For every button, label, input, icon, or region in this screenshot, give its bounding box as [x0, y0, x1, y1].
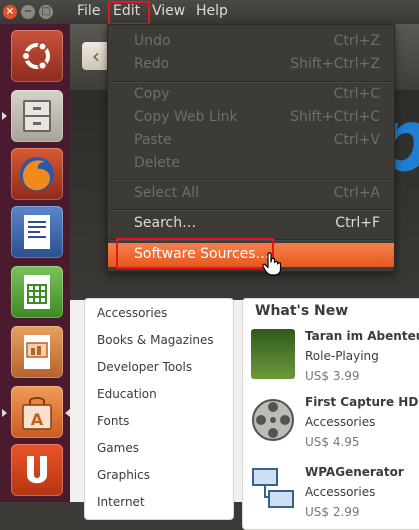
edit-menu-highlight-box	[108, 1, 150, 25]
app-name: WPAGenerator	[305, 465, 404, 479]
menu-item-shortcut: Ctrl+Z	[333, 33, 380, 49]
software-sources-highlight-box	[116, 238, 274, 269]
app-price: US$ 4.95	[305, 435, 360, 449]
launcher-libreoffice-calc[interactable]	[11, 266, 63, 318]
category-item[interactable]: Graphics	[97, 468, 150, 482]
menu-item-paste[interactable]: Paste Ctrl+V	[108, 130, 394, 152]
writer-document-icon	[24, 215, 50, 249]
close-window-button[interactable]: ×	[3, 5, 17, 19]
app-price: US$ 3.99	[305, 369, 360, 383]
app-list-item[interactable]: WPAGenerator Accessories US$ 2.99	[251, 465, 419, 529]
app-category: Accessories	[305, 485, 376, 499]
launcher-ubuntu-one[interactable]	[11, 444, 63, 496]
whats-new-title: What's New	[255, 303, 349, 319]
ubuntu-one-icon	[27, 456, 47, 484]
menu-item-redo[interactable]: Redo Shift+Ctrl+Z	[108, 54, 394, 76]
menu-item-label: Paste	[134, 132, 172, 148]
game-cover-icon	[251, 329, 295, 379]
menu-item-label: Delete	[134, 155, 180, 171]
file-cabinet-icon	[23, 100, 51, 132]
app-name: Taran im Abenteuer	[305, 329, 419, 343]
whats-new-panel: What's New Taran im Abenteuer Role-Playi…	[242, 298, 419, 530]
app-name: First Capture HD	[305, 395, 419, 409]
menu-item-select-all[interactable]: Select All Ctrl+A	[108, 183, 394, 205]
menu-item-delete[interactable]: Delete	[108, 153, 394, 175]
running-indicator	[2, 409, 7, 417]
launcher-firefox[interactable]	[11, 148, 63, 200]
menu-item-label: Redo	[134, 56, 170, 72]
launcher: A	[0, 24, 70, 502]
categories-panel: Accessories Books & Magazines Developer …	[84, 298, 234, 520]
menu-item-label: Copy	[134, 86, 170, 102]
launcher-ubuntu-dash[interactable]	[11, 30, 63, 82]
app-list-item[interactable]: Taran im Abenteuer Role-Playing US$ 3.99	[251, 329, 419, 393]
running-indicator	[2, 112, 7, 120]
network-computer-icon	[251, 465, 295, 515]
launcher-files[interactable]	[11, 90, 63, 142]
app-category: Role-Playing	[305, 349, 379, 363]
category-item[interactable]: Fonts	[97, 414, 129, 428]
category-item[interactable]: Books & Magazines	[97, 333, 214, 347]
app-price: US$ 2.99	[305, 505, 360, 519]
edit-menu-dropdown: Undo Ctrl+Z Redo Shift+Ctrl+Z Copy Ctrl+…	[107, 24, 395, 272]
impress-presentation-icon	[24, 335, 50, 369]
calc-spreadsheet-icon	[24, 275, 50, 309]
back-button[interactable]: ‹	[82, 42, 110, 70]
top-menu-bar: × − □ File Edit View Help	[0, 0, 419, 24]
launcher-software-center[interactable]: A	[11, 386, 63, 438]
app-category: Accessories	[305, 415, 376, 429]
menu-item-undo[interactable]: Undo Ctrl+Z	[108, 31, 394, 53]
category-item[interactable]: Education	[97, 387, 157, 401]
menu-item-shortcut: Ctrl+F	[335, 215, 380, 231]
software-center-bag-icon: A	[22, 397, 52, 430]
menu-item-label: Search…	[134, 215, 197, 231]
category-item[interactable]: Accessories	[97, 306, 167, 320]
film-reel-icon	[251, 395, 295, 445]
menu-item-search[interactable]: Search… Ctrl+F	[108, 213, 394, 235]
maximize-window-button[interactable]: □	[39, 5, 53, 19]
hand-pointer-icon	[262, 252, 282, 276]
menu-view[interactable]: View	[152, 3, 185, 19]
menu-item-copy[interactable]: Copy Ctrl+C	[108, 84, 394, 106]
menu-file[interactable]: File	[77, 3, 100, 19]
category-item[interactable]: Games	[97, 441, 139, 455]
ubuntu-logo-icon	[21, 41, 50, 71]
minimize-window-button[interactable]: −	[21, 5, 35, 19]
menu-item-shortcut: Ctrl+V	[333, 132, 380, 148]
launcher-libreoffice-impress[interactable]	[11, 326, 63, 378]
menu-item-label: Select All	[134, 185, 199, 201]
app-list-item[interactable]: First Capture HD Accessories US$ 4.95	[251, 395, 419, 459]
category-item[interactable]: Internet	[97, 495, 145, 509]
menu-help[interactable]: Help	[196, 3, 228, 19]
svg-text:A: A	[31, 410, 44, 429]
menu-item-shortcut: Shift+Ctrl+Z	[290, 56, 380, 72]
menu-item-shortcut: Ctrl+C	[333, 86, 380, 102]
menu-item-copy-web-link[interactable]: Copy Web Link Shift+Ctrl+C	[108, 107, 394, 129]
menu-item-shortcut: Shift+Ctrl+C	[290, 109, 380, 125]
menu-separator	[110, 81, 392, 83]
firefox-icon	[20, 157, 54, 191]
menu-item-shortcut: Ctrl+A	[333, 185, 380, 201]
menu-item-label: Undo	[134, 33, 171, 49]
menu-item-label: Copy Web Link	[134, 109, 238, 125]
category-item[interactable]: Developer Tools	[97, 360, 192, 374]
menu-separator	[110, 179, 392, 181]
menu-separator	[110, 209, 392, 211]
launcher-libreoffice-writer[interactable]	[11, 206, 63, 258]
